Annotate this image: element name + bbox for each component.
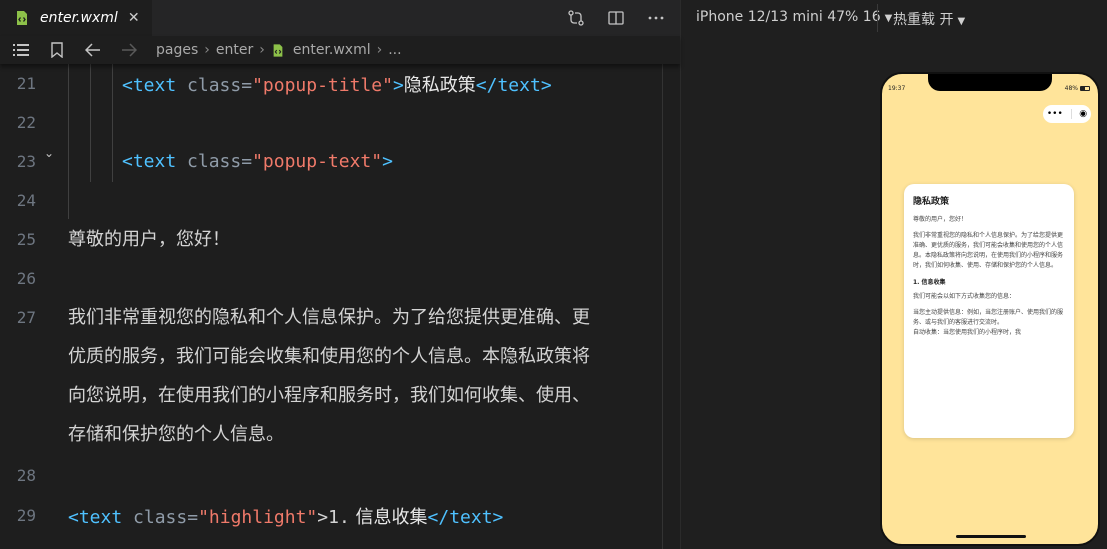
toolbar-divider	[877, 4, 878, 32]
popup-section-lead: 我们可能会以如下方式收集您的信息：	[913, 293, 1016, 300]
code-content: <text class="popup-title">隐私政策</text>	[122, 74, 552, 96]
code-content: <text class="highlight">1. 信息收集</text>	[68, 506, 504, 528]
code-line: 29 <text class="highlight">1. 信息收集</text…	[0, 496, 680, 535]
fold-chevron-icon[interactable]: ⌄	[44, 146, 54, 160]
code-content: 优质的服务，我们可能会收集和使用您的个人信息。本隐私政策将	[68, 346, 590, 367]
wxml-file-icon	[17, 11, 27, 25]
code-line: 24	[0, 181, 680, 220]
tab-enter-wxml[interactable]: enter.wxml ✕	[0, 0, 152, 36]
line-number: 26	[16, 269, 36, 288]
outline-list-icon[interactable]	[12, 41, 30, 59]
phone-notch	[928, 74, 1052, 91]
more-actions-icon[interactable]	[646, 8, 666, 28]
breadcrumb-pages[interactable]: pages	[156, 42, 198, 58]
code-line: 28	[0, 456, 680, 495]
breadcrumb-enter[interactable]: enter	[216, 42, 253, 58]
tab-bar: enter.wxml ✕	[0, 0, 680, 36]
hot-reload-select[interactable]: 热重载 开 ▼	[893, 9, 965, 29]
line-number: 22	[16, 113, 36, 132]
editor-actions	[566, 0, 666, 36]
code-content: 尊敬的用户，您好！	[68, 229, 230, 250]
code-content: 我们非常重视您的隐私和个人信息保护。为了给您提供更准确、更	[68, 307, 590, 328]
home-indicator	[956, 535, 1026, 538]
simulator-toolbar: iPhone 12/13 mini 47% 16 ▼ 热重载 开 ▼	[681, 0, 1107, 36]
code-line-wrap: 向您说明，在使用我们的小程序和服务时，我们如何收集、使用、	[0, 376, 680, 415]
popup-section-heading: 1. 信息收集	[913, 279, 946, 286]
code-line: 26	[0, 259, 680, 298]
caret-down-icon: ▼	[957, 16, 966, 27]
tab-label: enter.wxml	[40, 10, 118, 26]
caret-down-icon: ▼	[884, 13, 893, 24]
code-content: 向您说明，在使用我们的小程序和服务时，我们如何收集、使用、	[68, 385, 590, 406]
battery-icon	[1080, 86, 1090, 91]
line-number: 28	[16, 466, 36, 485]
close-target-icon[interactable]: ◉	[1079, 109, 1087, 119]
popup-active-collection: 当您主动提供信息：例如，当您注册账户、使用我们的服务、或与我们的客服进行交流时。	[913, 309, 1064, 326]
privacy-popup[interactable]: 隐私政策 尊敬的用户，您好！ 我们非常重视您的隐私和个人信息保护。为了给您提供更…	[904, 184, 1074, 438]
chevron-right-icon: ›	[259, 42, 265, 58]
popup-title: 隐私政策	[913, 197, 950, 207]
line-number: 25	[16, 230, 36, 249]
capsule-divider	[1070, 109, 1072, 119]
chevron-right-icon: ›	[376, 42, 383, 58]
more-icon[interactable]: •••	[1047, 109, 1063, 119]
line-number: 23	[16, 152, 36, 171]
back-arrow-icon[interactable]	[84, 41, 102, 59]
popup-auto-collection: 自动收集：当您使用我们的小程序时，我	[913, 329, 1022, 336]
vertical-scrollbar[interactable]	[662, 64, 680, 549]
breadcrumb: pages › enter › enter.wxml › ...	[0, 36, 680, 64]
line-number: 21	[16, 74, 36, 93]
split-editor-icon[interactable]	[606, 8, 626, 28]
breadcrumb-file-label: enter.wxml	[292, 42, 371, 58]
phone-preview[interactable]: 19:37 48% ••• ◉ 隐私政策 尊敬的用户，您好！ 我们非常重视您的隐…	[880, 72, 1100, 546]
code-line-wrap: 存储和保护您的个人信息。	[0, 415, 680, 454]
status-time: 19:37	[888, 85, 906, 92]
code-line: 22	[0, 103, 680, 142]
breadcrumb-file[interactable]: enter.wxml	[271, 42, 371, 58]
status-battery: 48%	[1065, 85, 1090, 92]
code-line: 21 <text class="popup-title">隐私政策</text>	[0, 64, 680, 103]
wxml-file-icon	[273, 43, 283, 57]
code-content: <text class="popup-text">	[122, 151, 393, 172]
bookmark-icon[interactable]	[48, 41, 66, 59]
code-line: 27 我们非常重视您的隐私和个人信息保护。为了给您提供更准确、更	[0, 298, 680, 337]
code-line-wrap: 优质的服务，我们可能会收集和使用您的个人信息。本隐私政策将	[0, 337, 680, 376]
code-content: 存储和保护您的个人信息。	[68, 424, 284, 445]
popup-greeting: 尊敬的用户，您好！	[913, 216, 968, 223]
close-icon[interactable]: ✕	[126, 10, 142, 26]
line-number: 24	[16, 191, 36, 210]
code-area[interactable]: 21 <text class="popup-title">隐私政策</text>…	[0, 64, 680, 549]
simulator-panel: iPhone 12/13 mini 47% 16 ▼ 热重载 开 ▼ 19:37 4…	[680, 0, 1107, 549]
code-line: 23 ⌄ <text class="popup-text">	[0, 142, 680, 181]
device-select[interactable]: iPhone 12/13 mini 47% 16 ▼	[696, 9, 892, 25]
miniprogram-capsule[interactable]: ••• ◉	[1043, 105, 1091, 123]
popup-intro: 我们非常重视您的隐私和个人信息保护。为了给您提供更准确、更优质的服务，我们可能会…	[913, 232, 1064, 269]
code-line: 25 尊敬的用户，您好！	[0, 220, 680, 259]
code-editor: enter.wxml ✕ pages › enter › enter.wxml …	[0, 0, 680, 549]
forward-arrow-icon[interactable]	[120, 41, 138, 59]
line-number: 27	[16, 308, 36, 327]
chevron-right-icon: ›	[204, 42, 210, 58]
breadcrumb-trail[interactable]: ...	[388, 42, 401, 58]
line-number: 29	[16, 506, 36, 525]
compare-changes-icon[interactable]	[566, 8, 586, 28]
